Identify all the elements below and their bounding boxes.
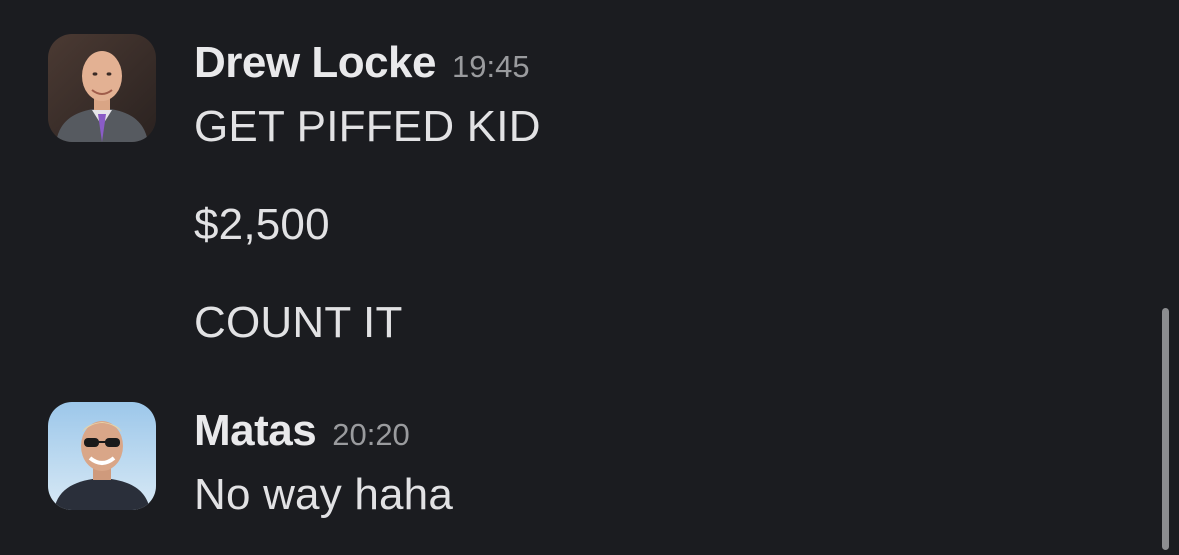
message-text: GET PIFFED KID [194, 102, 541, 151]
message-timestamp[interactable]: 20:20 [332, 417, 410, 453]
message-group-drew-locke: Drew Locke 19:45 GET PIFFED KID $2,500 C… [0, 0, 1140, 390]
avatar[interactable] [48, 402, 156, 510]
sender-name[interactable]: Matas [194, 406, 317, 456]
scrollbar[interactable] [1162, 308, 1169, 550]
message-text: COUNT IT [194, 298, 403, 347]
sender-name[interactable]: Drew Locke [194, 38, 436, 88]
message-header: Drew Locke 19:45 [194, 38, 530, 88]
message-group-matas: Matas 20:20 No way haha [0, 390, 1140, 555]
message-text: No way haha [194, 470, 454, 519]
avatar-photo-drew-locke [48, 34, 156, 142]
message-timestamp[interactable]: 19:45 [452, 49, 530, 85]
avatar-photo-matas [48, 402, 156, 510]
avatar[interactable] [48, 34, 156, 142]
message-text: $2,500 [194, 200, 330, 249]
message-header: Matas 20:20 [194, 406, 410, 456]
